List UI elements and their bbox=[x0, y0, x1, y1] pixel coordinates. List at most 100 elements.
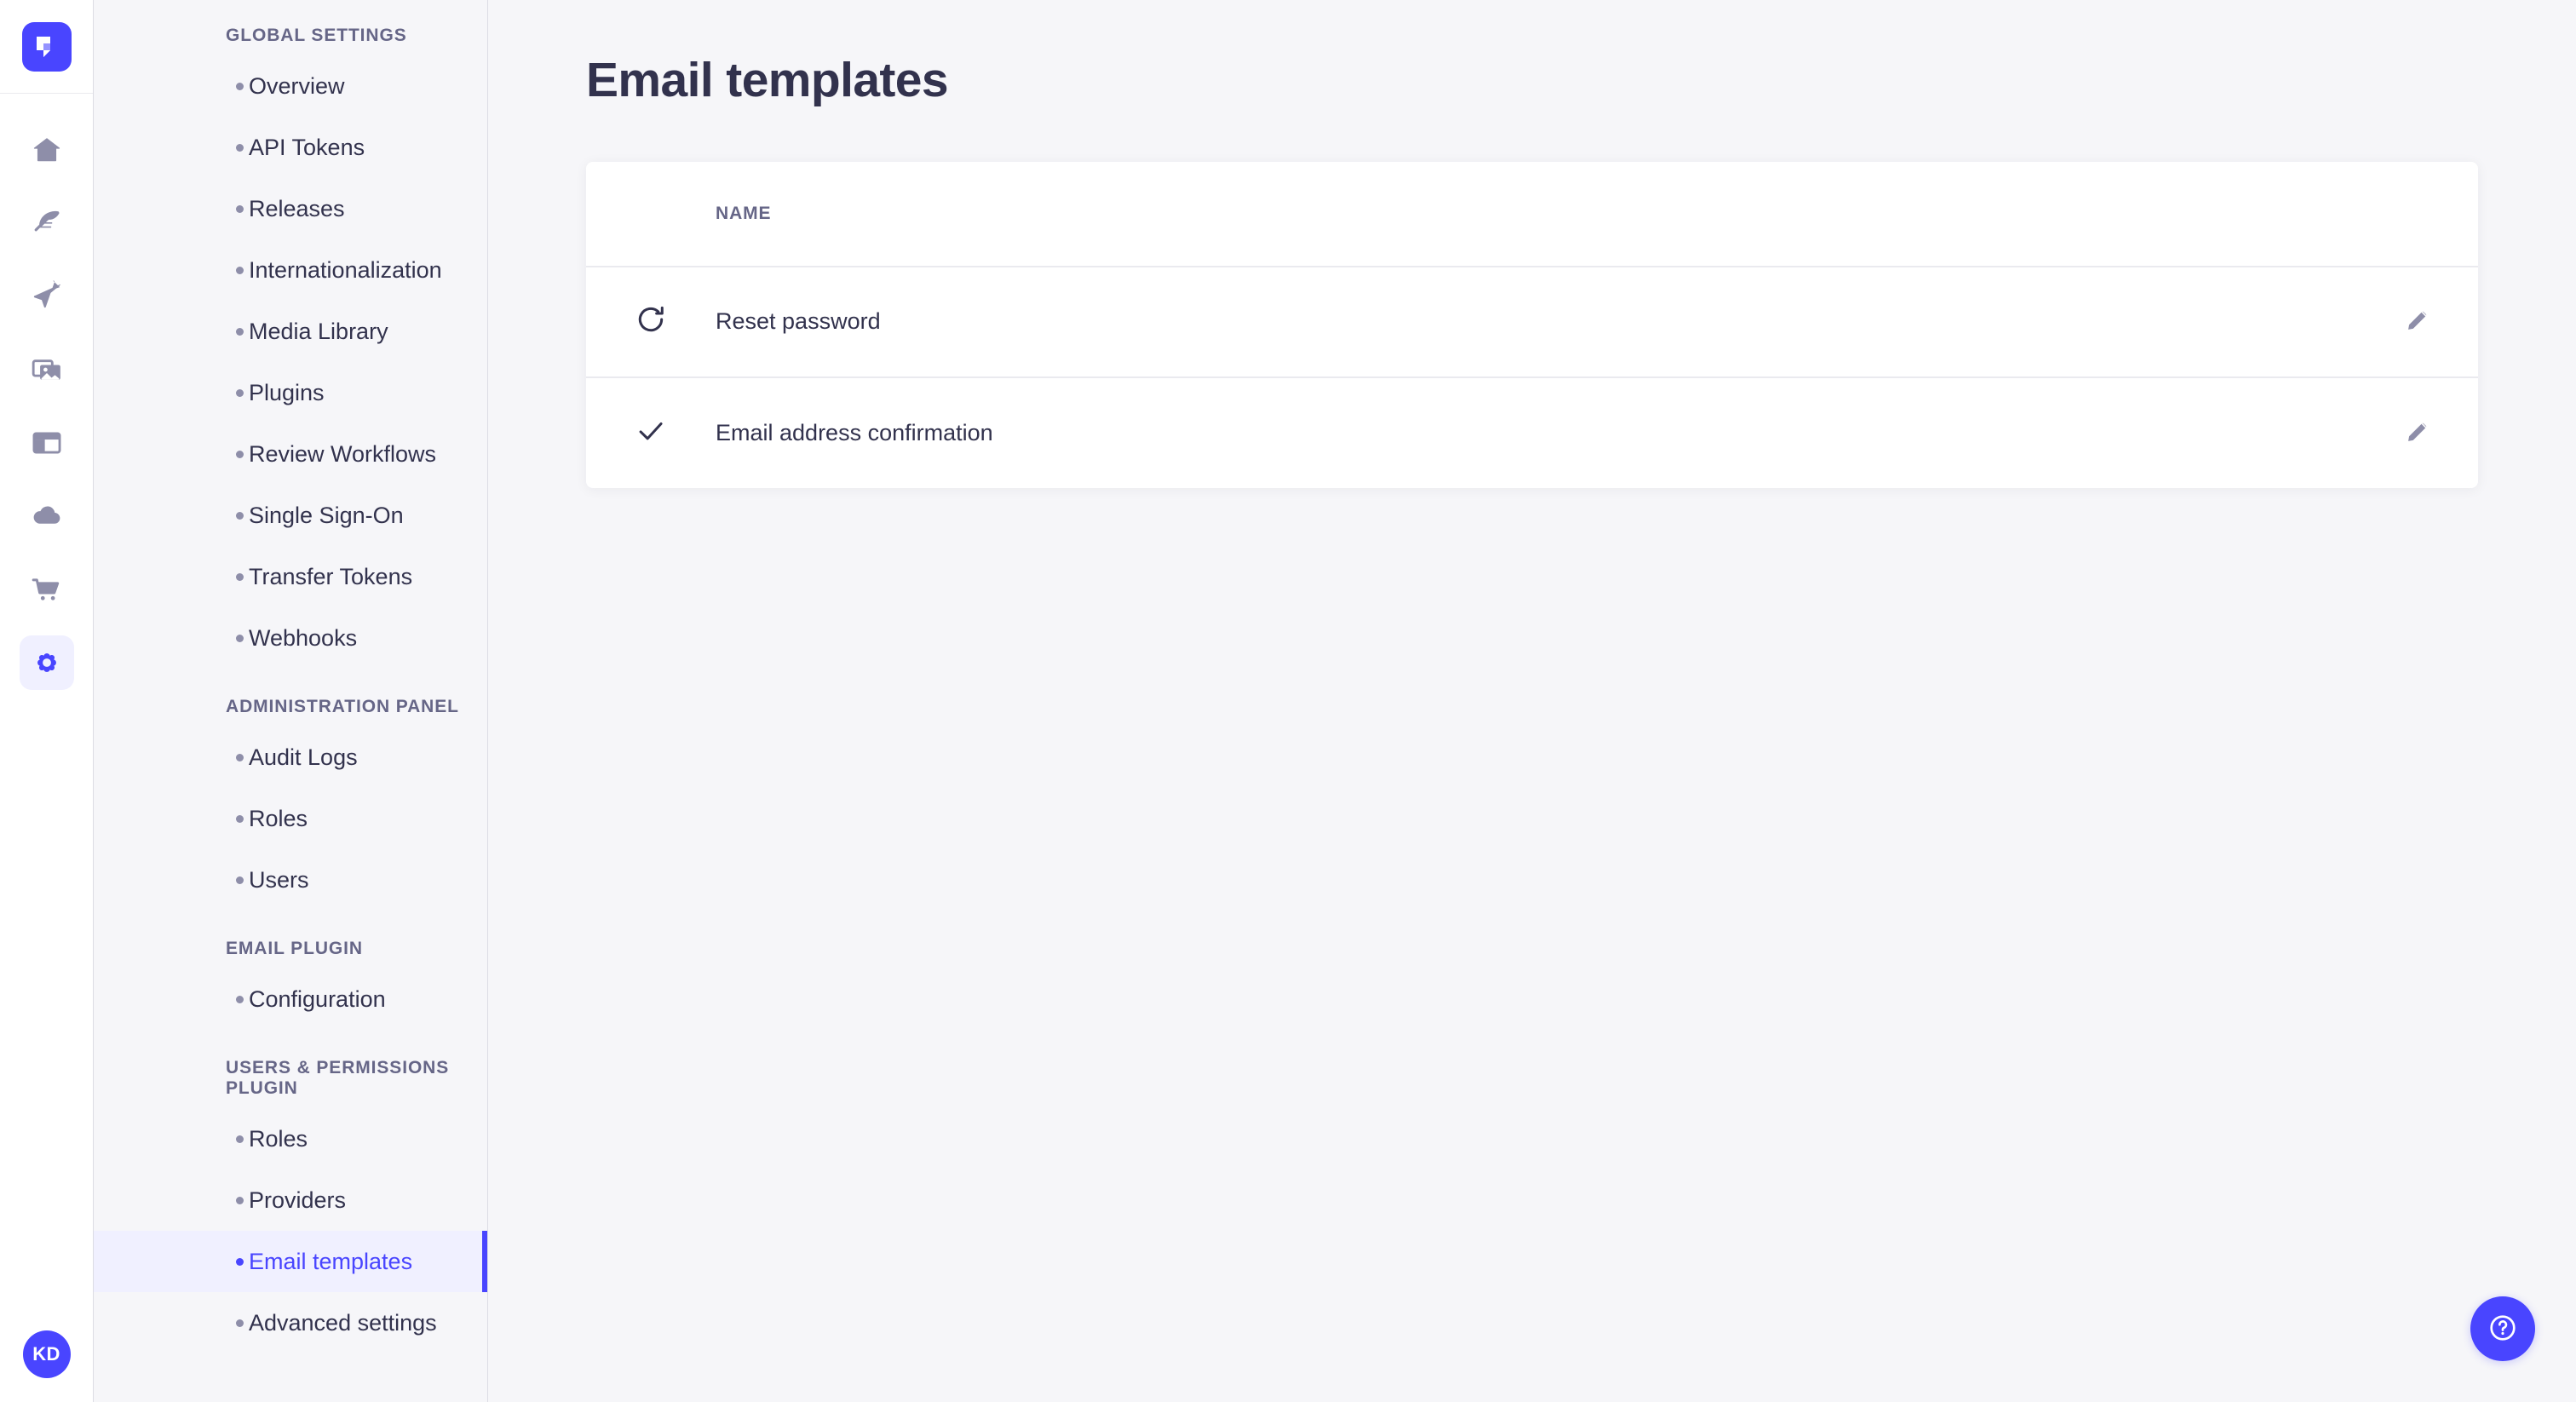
sidebar-item-api-tokens[interactable]: API Tokens bbox=[94, 117, 487, 178]
sidebar-item-label: Review Workflows bbox=[249, 440, 437, 467]
table-row[interactable]: Email address confirmation bbox=[586, 377, 2478, 488]
sidebar-item-advanced-settings[interactable]: Advanced settings bbox=[94, 1292, 487, 1353]
sidebar-section: EMAIL PLUGIN Configuration bbox=[94, 939, 487, 1030]
bullet-icon bbox=[236, 1196, 244, 1204]
sidebar-item-label: Advanced settings bbox=[249, 1309, 437, 1336]
home-icon bbox=[31, 134, 63, 166]
row-name-cell: Reset password bbox=[716, 266, 2359, 378]
bullet-icon bbox=[236, 388, 244, 397]
rail-item-settings[interactable] bbox=[19, 635, 74, 690]
row-actions-cell bbox=[2359, 266, 2478, 378]
sidebar-item-releases[interactable]: Releases bbox=[94, 178, 487, 239]
sidebar-sections: GLOBAL SETTINGS Overview API Tokens Release… bbox=[94, 26, 487, 1353]
bullet-icon bbox=[236, 634, 244, 642]
sidebar-item-label: Plugins bbox=[249, 379, 325, 405]
sidebar-item-plugins[interactable]: Plugins bbox=[94, 362, 487, 423]
sidebar-item-configuration[interactable]: Configuration bbox=[94, 968, 487, 1030]
sidebar-item-webhooks[interactable]: Webhooks bbox=[94, 607, 487, 669]
sidebar-item-audit-logs[interactable]: Audit Logs bbox=[94, 727, 487, 788]
shopping-cart-icon bbox=[31, 573, 63, 606]
sidebar-item-roles[interactable]: Roles bbox=[94, 1108, 487, 1169]
sidebar-item-list: Overview API Tokens Releases Internationali… bbox=[94, 55, 487, 669]
sidebar-item-media-library[interactable]: Media Library bbox=[94, 301, 487, 362]
main-content: Email templates NAME Reset password Email… bbox=[488, 0, 2576, 1402]
rail-item-content-type-builder[interactable] bbox=[20, 269, 74, 324]
bullet-icon bbox=[236, 204, 244, 213]
rail-item-single-types[interactable] bbox=[20, 416, 74, 470]
images-icon bbox=[31, 353, 63, 386]
sidebar-item-roles[interactable]: Roles bbox=[94, 788, 487, 849]
rail-item-home[interactable] bbox=[20, 123, 74, 177]
bullet-icon bbox=[236, 572, 244, 581]
sidebar-item-list: Audit Logs Roles Users bbox=[94, 727, 487, 911]
bullet-icon bbox=[236, 1135, 244, 1143]
check-icon bbox=[635, 436, 667, 451]
sidebar-item-users[interactable]: Users bbox=[94, 849, 487, 911]
layout-icon bbox=[31, 427, 63, 459]
strapi-logo-icon[interactable] bbox=[21, 21, 72, 72]
sidebar-item-label: Email templates bbox=[249, 1248, 413, 1274]
pencil-icon bbox=[2404, 417, 2433, 448]
sidebar-item-list: Configuration bbox=[94, 968, 487, 1030]
primary-icon-rail: KD bbox=[0, 0, 94, 1402]
sidebar-item-label: Audit Logs bbox=[249, 744, 358, 770]
avatar-container: KD bbox=[0, 1330, 93, 1378]
rail-item-content-manager[interactable] bbox=[20, 196, 74, 250]
sidebar-item-label: Media Library bbox=[249, 318, 388, 344]
table-row[interactable]: Reset password bbox=[586, 266, 2478, 378]
row-name-cell: Email address confirmation bbox=[716, 419, 993, 445]
row-type-icon-cell bbox=[586, 266, 716, 378]
sidebar-item-providers[interactable]: Providers bbox=[94, 1169, 487, 1231]
row-type-icon-cell bbox=[586, 377, 716, 488]
logo-container bbox=[0, 0, 93, 94]
rail-item-list bbox=[19, 94, 74, 690]
sidebar-section-title: EMAIL PLUGIN bbox=[226, 939, 363, 958]
settings-sidebar: GLOBAL SETTINGS Overview API Tokens Release… bbox=[94, 0, 488, 1402]
bullet-icon bbox=[236, 1319, 244, 1327]
column-header-actions bbox=[2359, 161, 2478, 267]
bullet-icon bbox=[236, 511, 244, 520]
help-button[interactable] bbox=[2470, 1296, 2535, 1361]
rail-item-cloud[interactable] bbox=[20, 489, 74, 543]
edit-template-button[interactable] bbox=[2404, 417, 2433, 448]
pencil-icon bbox=[2404, 305, 2433, 336]
column-header-icon bbox=[586, 161, 716, 267]
sidebar-item-review-workflows[interactable]: Review Workflows bbox=[94, 423, 487, 485]
bullet-icon bbox=[236, 450, 244, 458]
sidebar-section: USERS & PERMISSIONS PLUGIN Roles Providers… bbox=[94, 1058, 487, 1353]
table-body: Reset password Email address confirmation bbox=[586, 266, 2478, 488]
sidebar-item-overview[interactable]: Overview bbox=[94, 55, 487, 117]
rail-item-marketplace[interactable] bbox=[20, 562, 74, 617]
page-title: Email templates bbox=[586, 53, 949, 107]
sidebar-item-label: Configuration bbox=[249, 985, 386, 1012]
avatar[interactable]: KD bbox=[22, 1330, 71, 1378]
sidebar-item-label: Roles bbox=[249, 805, 308, 831]
table-header-row: NAME bbox=[586, 161, 2478, 267]
sidebar-item-email-templates[interactable]: Email templates bbox=[94, 1231, 487, 1292]
rail-item-media-library[interactable] bbox=[20, 342, 74, 397]
sidebar-item-internationalization[interactable]: Internationalization bbox=[94, 239, 487, 301]
gear-icon bbox=[31, 646, 63, 679]
sidebar-item-label: Internationalization bbox=[249, 256, 442, 283]
sidebar-item-label: Single Sign-On bbox=[249, 502, 404, 528]
question-mark-circle-icon bbox=[2487, 1312, 2519, 1347]
sidebar-item-transfer-tokens[interactable]: Transfer Tokens bbox=[94, 546, 487, 607]
bullet-icon bbox=[236, 814, 244, 823]
table-head: NAME bbox=[586, 161, 2478, 267]
paper-plane-icon bbox=[31, 280, 63, 313]
bullet-icon bbox=[236, 327, 244, 336]
sidebar-item-list: Roles Providers Email templates Advanced se… bbox=[94, 1108, 487, 1353]
feather-icon bbox=[31, 207, 63, 239]
email-templates-card: NAME Reset password Email address confirm… bbox=[586, 161, 2478, 488]
sidebar-item-label: Providers bbox=[249, 1187, 347, 1213]
column-header-name: NAME bbox=[716, 161, 2359, 267]
row-actions-cell bbox=[2359, 377, 2478, 488]
bullet-icon bbox=[236, 82, 244, 90]
sidebar-section-title: ADMINISTRATION PANEL bbox=[226, 697, 459, 716]
sidebar-item-single-sign-on[interactable]: Single Sign-On bbox=[94, 485, 487, 546]
sidebar-item-label: API Tokens bbox=[249, 134, 365, 160]
sidebar-item-label: Webhooks bbox=[249, 624, 358, 651]
sidebar-item-label: Users bbox=[249, 866, 309, 893]
bullet-icon bbox=[236, 753, 244, 761]
edit-template-button[interactable] bbox=[2404, 305, 2433, 336]
